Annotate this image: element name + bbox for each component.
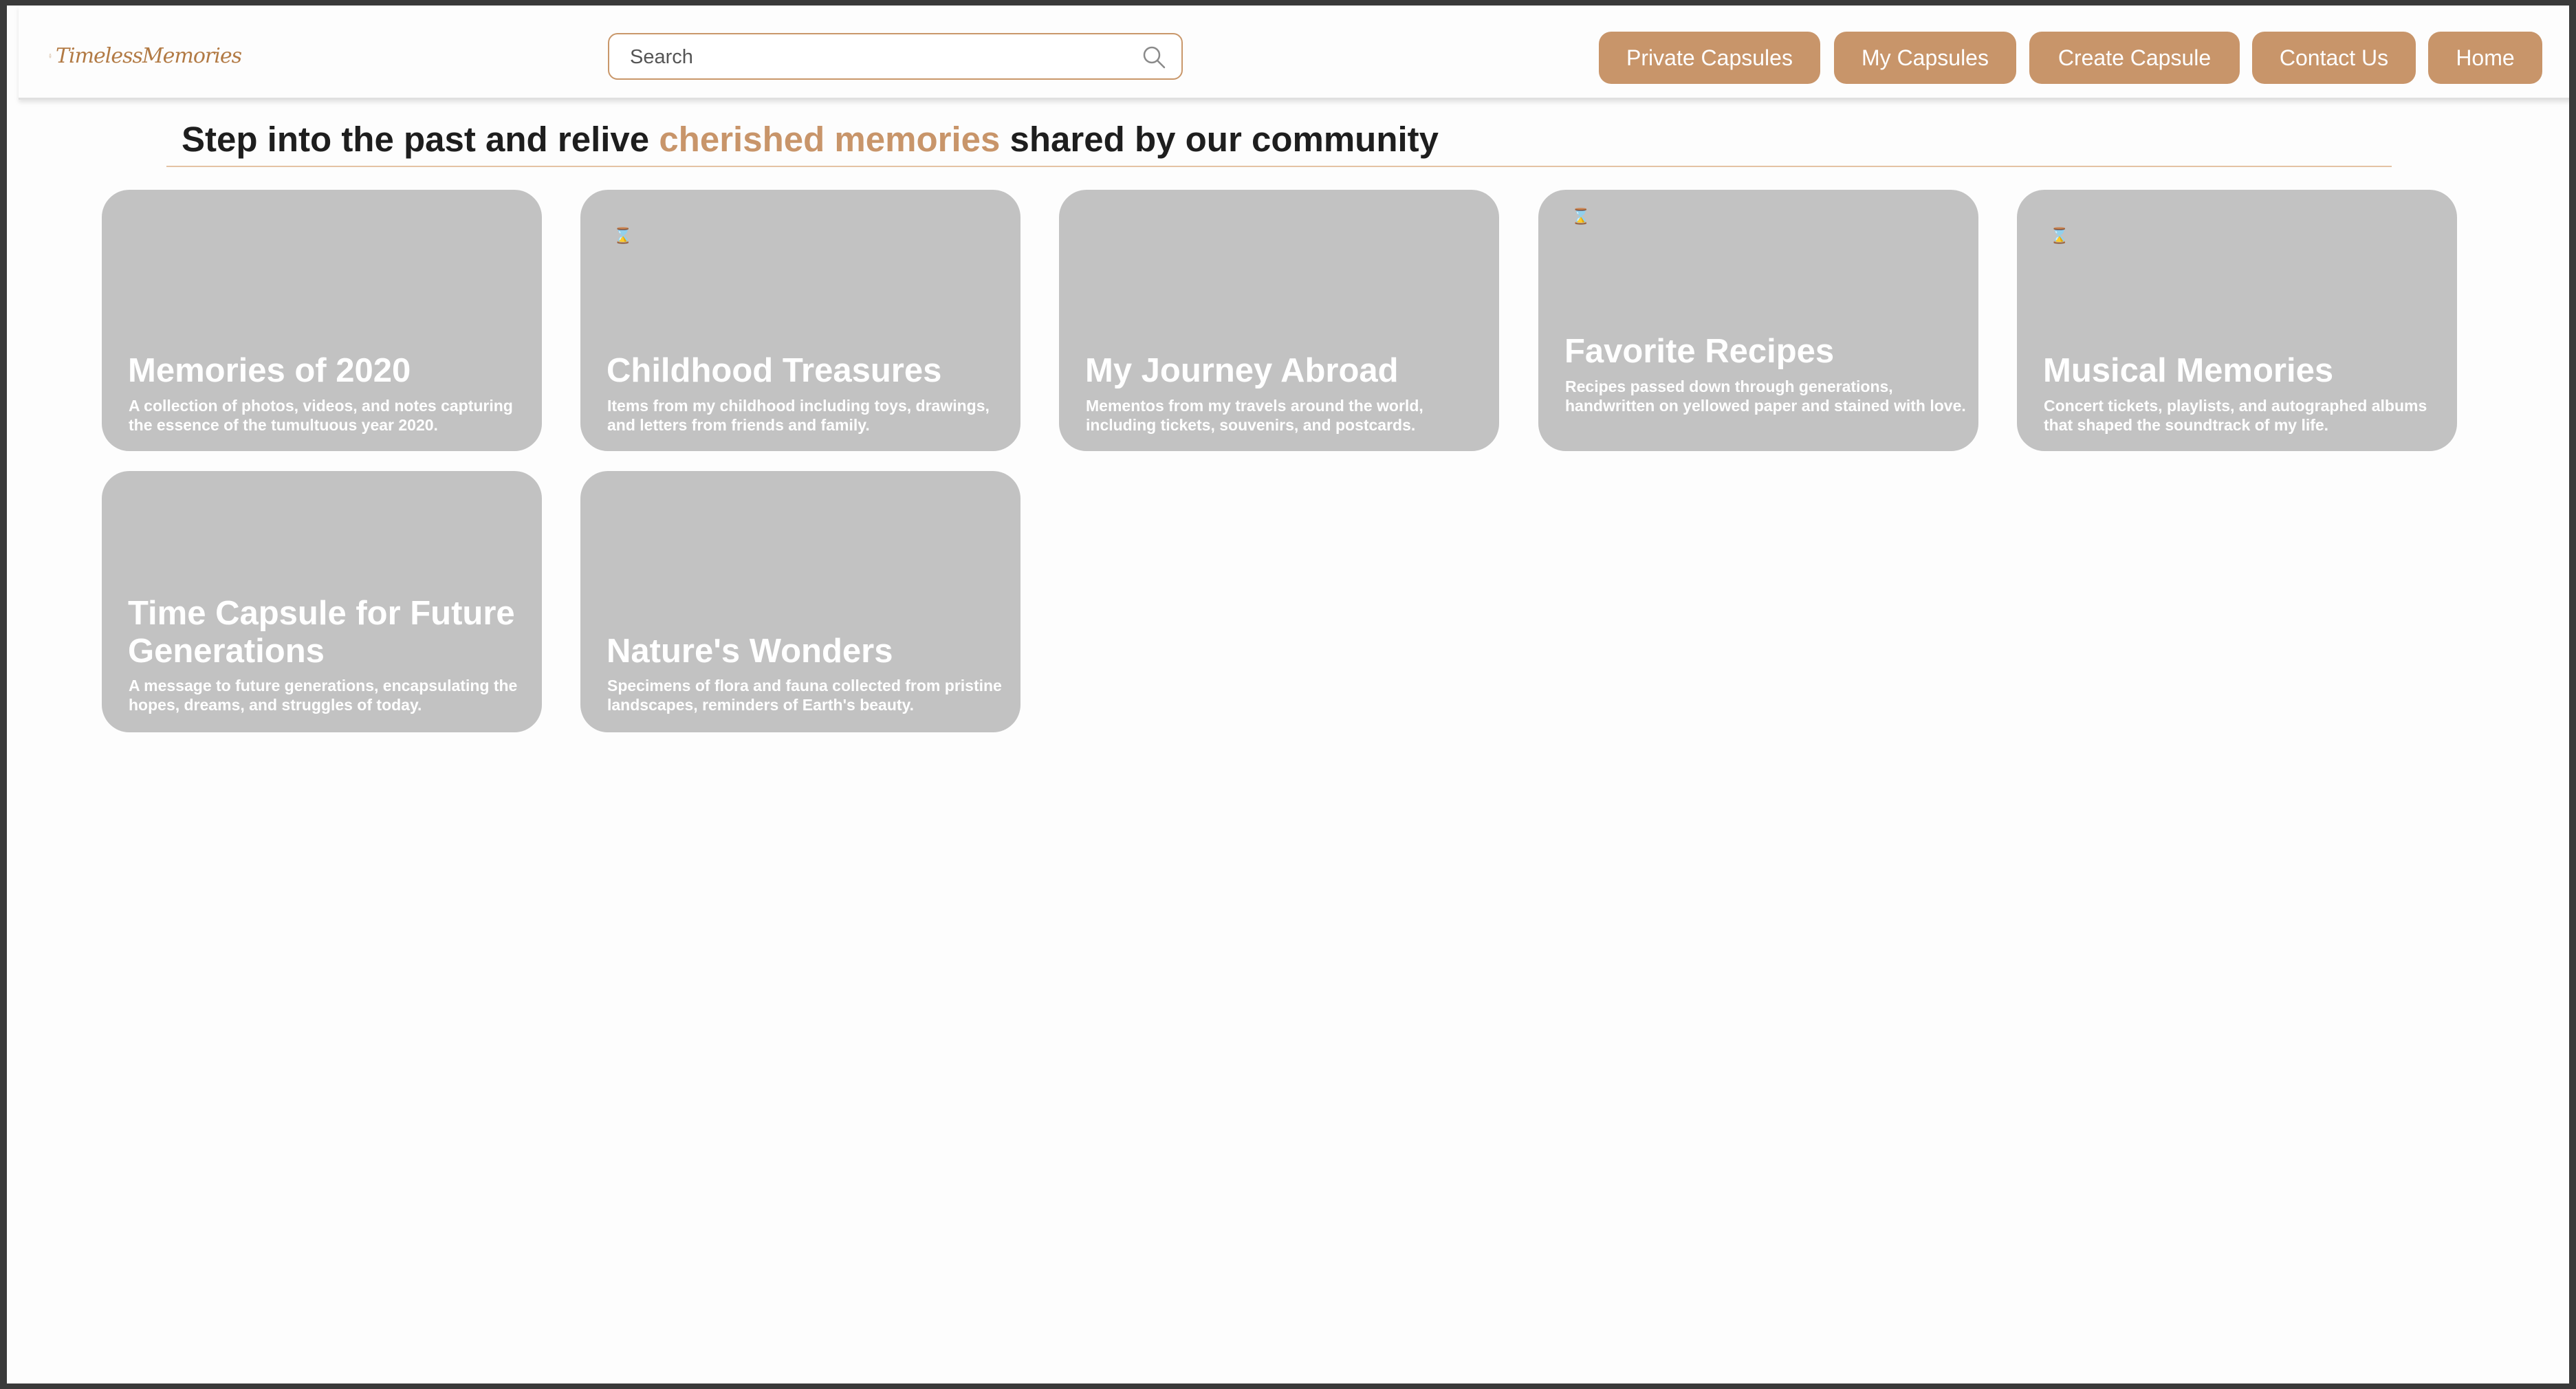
capsule-description: Specimens of flora and fauna collected f… bbox=[607, 677, 1002, 714]
headline-text-after: shared by our community bbox=[1000, 120, 1439, 159]
nav-button-group: Private Capsules My Capsules Create Caps… bbox=[19, 32, 2569, 84]
headline-text-before: Step into the past and relive bbox=[182, 120, 659, 159]
capsule-title: My Journey Abroad bbox=[1085, 352, 1399, 389]
capsule-description: A message to future generations, encapsu… bbox=[129, 677, 518, 714]
home-button[interactable]: Home bbox=[2428, 32, 2542, 84]
capsule-title: Musical Memories bbox=[2043, 352, 2334, 389]
hourglass-icon: ⌛ bbox=[2050, 227, 2069, 244]
hourglass-icon: ⌛ bbox=[613, 227, 633, 244]
capsule-title: Favorite Recipes bbox=[1564, 333, 1835, 370]
browser-window: TimelessMemories Private Capsules My Cap… bbox=[7, 6, 2569, 1383]
capsule-card[interactable]: ⌛ Musical Memories Concert tickets, play… bbox=[2017, 190, 2457, 451]
top-navbar: TimelessMemories Private Capsules My Cap… bbox=[19, 6, 2569, 100]
capsule-card[interactable]: ⌛ Childhood Treasures Items from my chil… bbox=[580, 190, 1020, 451]
capsule-description: Mementos from my travels around the worl… bbox=[1086, 397, 1423, 434]
hourglass-icon: ⌛ bbox=[1571, 208, 1591, 225]
capsule-card[interactable]: ⌛ Favorite Recipes Recipes passed down t… bbox=[1538, 190, 1978, 451]
capsule-card[interactable]: My Journey Abroad Mementos from my trave… bbox=[1059, 190, 1499, 451]
headline-accent-text: cherished memories bbox=[659, 120, 1001, 159]
contact-us-button[interactable]: Contact Us bbox=[2252, 32, 2416, 84]
capsule-description: Recipes passed down through generations,… bbox=[1565, 378, 1966, 415]
capsule-card[interactable]: Time Capsule for Future Generations A me… bbox=[102, 471, 542, 732]
private-capsules-button[interactable]: Private Capsules bbox=[1599, 32, 1820, 84]
capsule-title: Nature's Wonders bbox=[607, 633, 893, 670]
capsule-title: Childhood Treasures bbox=[607, 352, 942, 389]
capsule-card[interactable]: Nature's Wonders Specimens of flora and … bbox=[580, 471, 1020, 732]
capsule-description: Items from my childhood including toys, … bbox=[607, 397, 990, 434]
create-capsule-button[interactable]: Create Capsule bbox=[2029, 32, 2240, 84]
my-capsules-button[interactable]: My Capsules bbox=[1834, 32, 2016, 84]
headline-divider bbox=[166, 166, 2392, 167]
capsule-title: Memories of 2020 bbox=[128, 352, 411, 389]
capsule-description: Concert tickets, playlists, and autograp… bbox=[2044, 397, 2427, 434]
capsule-title: Time Capsule for Future Generations bbox=[128, 595, 515, 670]
capsule-card[interactable]: Memories of 2020 A collection of photos,… bbox=[102, 190, 542, 451]
page-headline: Step into the past and relive cherished … bbox=[182, 119, 1439, 160]
capsule-description: A collection of photos, videos, and note… bbox=[129, 397, 513, 434]
